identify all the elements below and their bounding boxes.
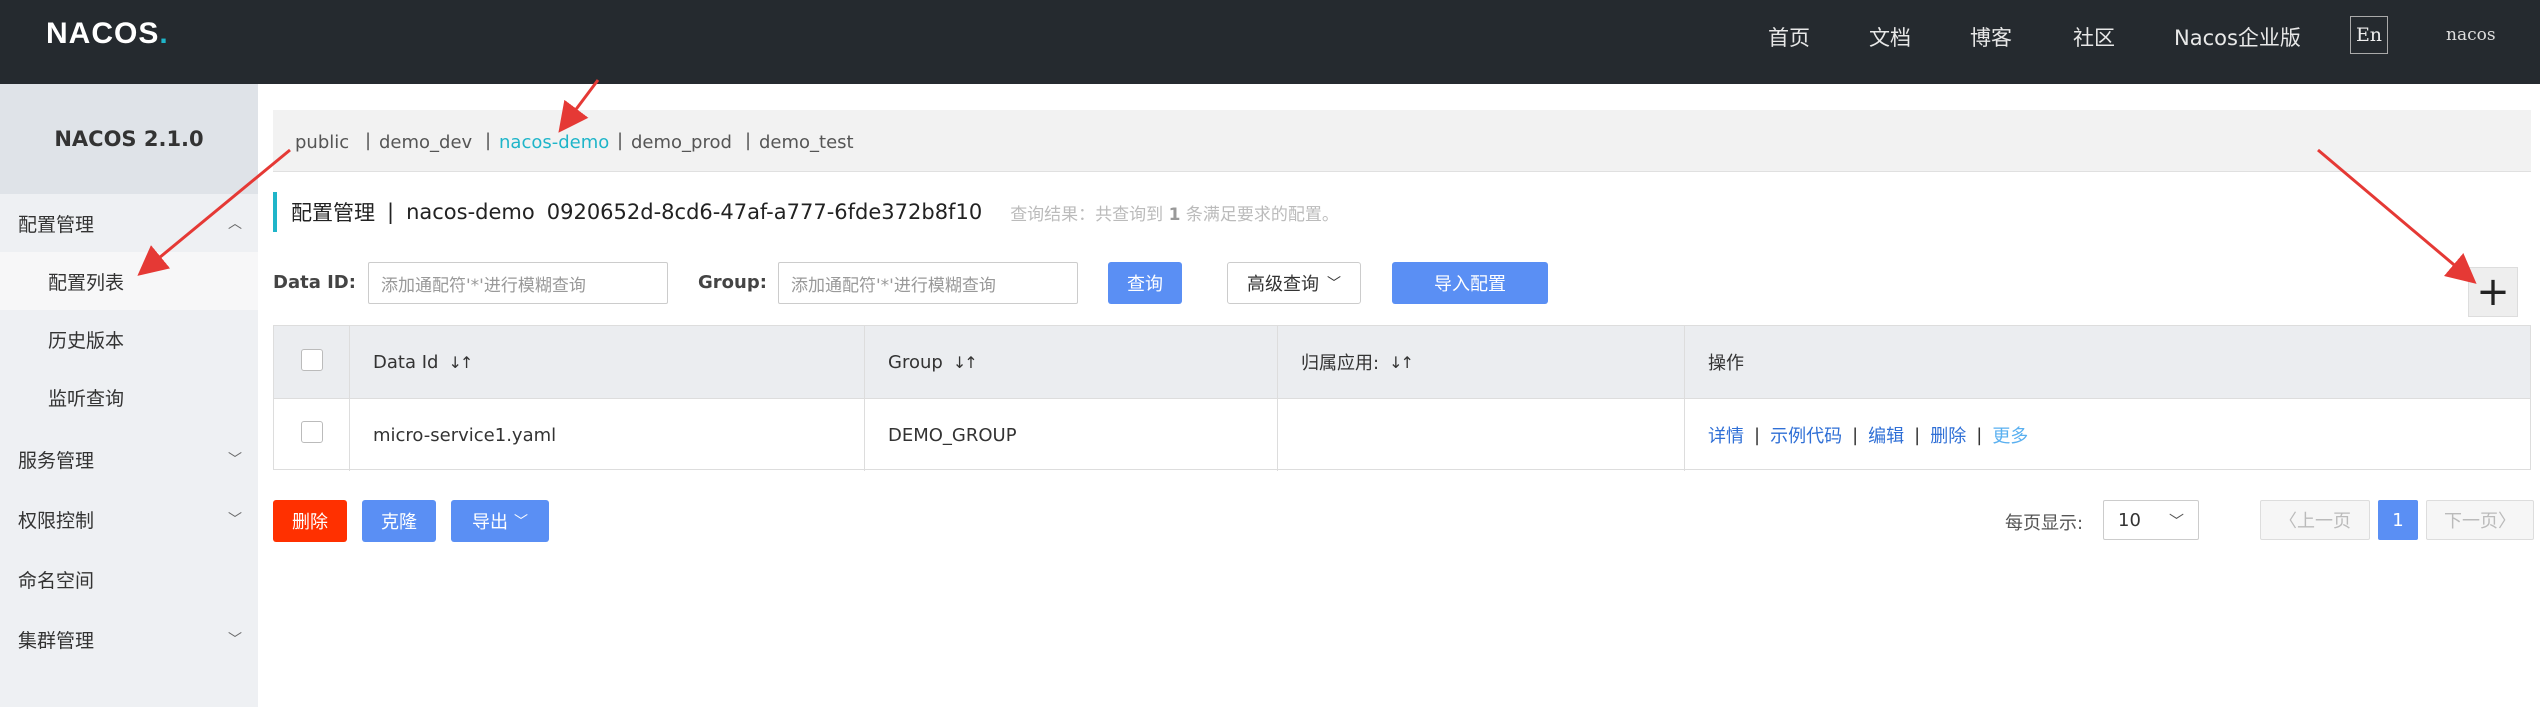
- sidebar-item-listener-query[interactable]: 监听查询: [0, 368, 258, 426]
- row-group: DEMO_GROUP: [888, 424, 1017, 446]
- version-label: NACOS 2.1.0: [0, 84, 258, 194]
- sidebar-item-config-management[interactable]: 配置管理 ︿: [0, 194, 258, 252]
- detail-link[interactable]: 详情: [1708, 422, 1744, 448]
- nav-enterprise[interactable]: Nacos企业版: [2174, 22, 2301, 52]
- namespace-separator: |: [365, 130, 372, 151]
- row-dataid: micro-service1.yaml: [373, 424, 557, 446]
- column-header-operations: 操作: [1708, 353, 1744, 374]
- row-operations: 详情 | 示例代码 | 编辑 | 删除 | 更多: [1708, 399, 2028, 471]
- page-size-select[interactable]: 10 ﹀: [2103, 500, 2199, 540]
- sidebar-item-history[interactable]: 历史版本: [0, 310, 258, 368]
- advanced-query-label: 高级查询: [1247, 274, 1319, 295]
- chevron-left-icon: 〈: [2279, 511, 2297, 532]
- next-page-button[interactable]: 下一页〉: [2426, 500, 2534, 540]
- page-size-value: 10: [2118, 509, 2141, 531]
- namespace-public[interactable]: public: [295, 132, 349, 153]
- delete-button[interactable]: 删除: [273, 500, 347, 542]
- sort-icon[interactable]: ↓↑: [1389, 353, 1414, 372]
- user-name[interactable]: nacos: [2446, 25, 2496, 45]
- namespace-separator: |: [485, 130, 492, 151]
- sample-code-link[interactable]: 示例代码: [1770, 422, 1842, 448]
- sort-icon[interactable]: ↓↑: [448, 353, 473, 372]
- query-result-hint: 查询结果：共查询到 1 条满足要求的配置。: [1010, 204, 1339, 225]
- menu-label: 历史版本: [48, 329, 125, 352]
- chevron-down-icon: ﹀: [514, 514, 528, 530]
- menu-label: 服务管理: [18, 449, 95, 472]
- menu-label: 配置列表: [48, 271, 125, 294]
- plus-icon: +: [2476, 269, 2510, 315]
- clone-button[interactable]: 克隆: [362, 500, 436, 542]
- chevron-down-icon: ﹀: [2168, 511, 2184, 530]
- namespace-demo-test[interactable]: demo_test: [759, 132, 854, 153]
- namespace-separator: |: [617, 130, 624, 151]
- next-label: 下一页: [2444, 511, 2498, 532]
- header-label: 归属应用:: [1301, 353, 1380, 374]
- page-size-label: 每页显示:: [2005, 513, 2084, 534]
- header-label: Group: [888, 351, 943, 373]
- namespace-demo-dev[interactable]: demo_dev: [379, 132, 472, 153]
- sidebar-item-service-management[interactable]: 服务管理 ﹀: [0, 430, 258, 488]
- namespace-separator: |: [745, 130, 752, 151]
- more-link[interactable]: 更多: [1992, 422, 2028, 448]
- chevron-up-icon: ︿: [228, 216, 242, 232]
- nav-community[interactable]: 社区: [2073, 22, 2115, 52]
- advanced-query-button[interactable]: 高级查询 ﹀: [1227, 262, 1361, 304]
- export-label: 导出: [472, 512, 508, 533]
- dataid-label: Data ID:: [273, 272, 356, 293]
- nacos-logo[interactable]: NACOS.: [46, 14, 169, 54]
- nav-home[interactable]: 首页: [1768, 22, 1810, 52]
- chevron-down-icon: ﹀: [228, 452, 242, 468]
- add-config-button[interactable]: +: [2468, 267, 2518, 317]
- sidebar-item-cluster-management[interactable]: 集群管理 ﹀: [0, 610, 258, 668]
- chevron-right-icon: 〉: [2498, 511, 2516, 532]
- sidebar-item-namespace[interactable]: 命名空间: [0, 550, 258, 608]
- column-header-group[interactable]: Group ↓↑: [888, 326, 978, 398]
- select-all-checkbox[interactable]: [301, 349, 323, 371]
- sort-icon[interactable]: ↓↑: [953, 353, 978, 372]
- sidebar: NACOS 2.1.0 配置管理 ︿ 配置列表 历史版本 监听查询 服务管理 ﹀…: [0, 84, 258, 707]
- sidebar-item-config-list[interactable]: 配置列表: [0, 252, 258, 310]
- export-button[interactable]: 导出 ﹀: [451, 500, 549, 542]
- menu-label: 命名空间: [18, 569, 95, 592]
- menu-label: 配置管理: [18, 213, 95, 236]
- dataid-search-input[interactable]: 添加通配符'*'进行模糊查询: [368, 262, 668, 304]
- import-config-button[interactable]: 导入配置: [1392, 262, 1548, 304]
- query-button[interactable]: 查询: [1108, 262, 1182, 304]
- title-main: 配置管理: [291, 201, 375, 225]
- delete-link[interactable]: 删除: [1930, 422, 1966, 448]
- namespace-demo-prod[interactable]: demo_prod: [631, 132, 732, 153]
- nav-docs[interactable]: 文档: [1869, 22, 1911, 52]
- group-label: Group:: [698, 272, 767, 293]
- prev-label: 上一页: [2297, 511, 2351, 532]
- row-checkbox[interactable]: [301, 421, 323, 443]
- page-number-1[interactable]: 1: [2378, 500, 2418, 540]
- title-namespace: nacos-demo: [406, 200, 535, 224]
- namespace-bar: public | demo_dev | nacos-demo | demo_pr…: [273, 110, 2531, 172]
- menu-label: 权限控制: [18, 509, 95, 532]
- page-title: 配置管理 | nacos-demo 0920652d-8cd6-47af-a77…: [273, 192, 1339, 232]
- column-header-dataid[interactable]: Data Id ↓↑: [373, 326, 473, 398]
- column-header-app[interactable]: 归属应用: ↓↑: [1301, 326, 1414, 398]
- header-label: Data Id: [373, 351, 439, 373]
- title-separator: |: [387, 200, 395, 224]
- config-table: Data Id ↓↑ Group ↓↑ 归属应用: ↓↑ 操作 micro-servi…: [273, 325, 2531, 471]
- nav-blog[interactable]: 博客: [1970, 22, 2012, 52]
- top-navigation-bar: NACOS. 首页 文档 博客 社区 Nacos企业版 En nacos: [0, 0, 2540, 84]
- chevron-down-icon: ﹀: [228, 512, 242, 528]
- group-search-input[interactable]: 添加通配符'*'进行模糊查询: [778, 262, 1078, 304]
- sidebar-item-access-control[interactable]: 权限控制 ﹀: [0, 490, 258, 548]
- edit-link[interactable]: 编辑: [1868, 422, 1904, 448]
- menu-label: 监听查询: [48, 387, 125, 410]
- chevron-down-icon: ﹀: [228, 632, 242, 648]
- chevron-down-icon: ﹀: [1327, 276, 1341, 292]
- title-namespace-id: 0920652d-8cd6-47af-a777-6fde372b8f10: [546, 200, 983, 224]
- menu-label: 集群管理: [18, 629, 95, 652]
- language-switch-button[interactable]: En: [2350, 16, 2388, 54]
- namespace-nacos-demo[interactable]: nacos-demo: [499, 132, 609, 153]
- prev-page-button[interactable]: 〈上一页: [2260, 500, 2370, 540]
